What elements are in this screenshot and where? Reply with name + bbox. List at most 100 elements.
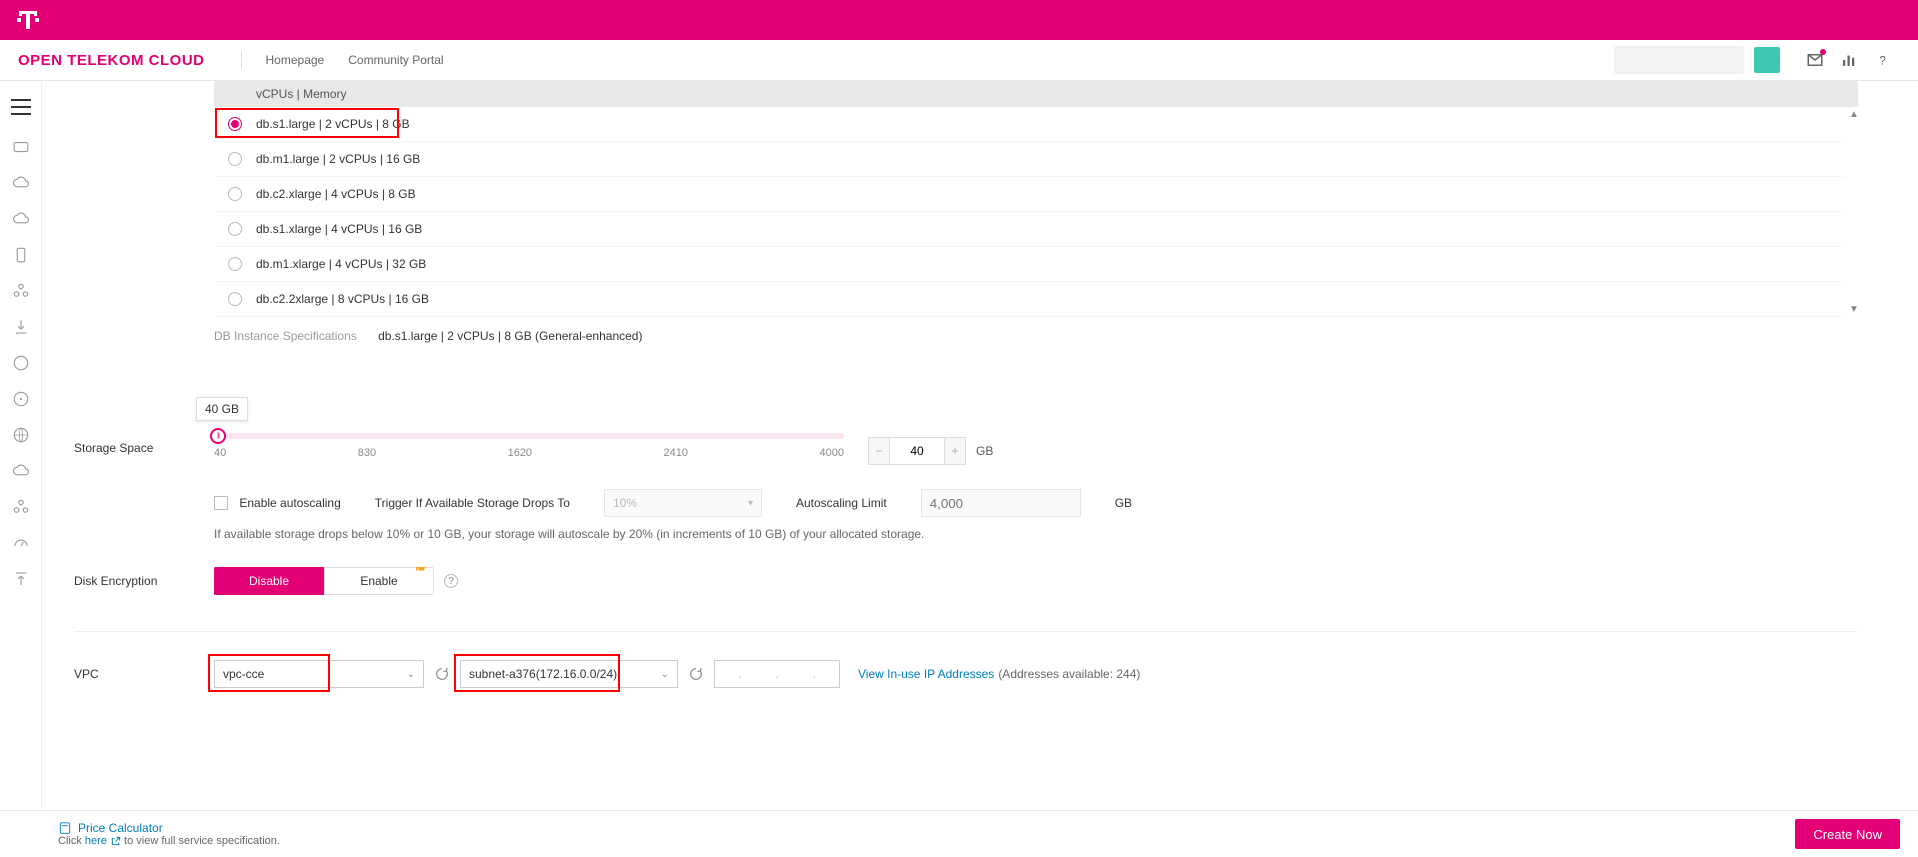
user-info-block[interactable] bbox=[1614, 46, 1744, 74]
rail-cluster2-icon[interactable] bbox=[12, 498, 30, 516]
footer-here-link[interactable]: here bbox=[85, 835, 107, 847]
spec-value: db.s1.large | 2 vCPUs | 8 GB (General-en… bbox=[378, 329, 642, 343]
storage-decrement-button[interactable]: − bbox=[868, 437, 890, 465]
brand-topbar bbox=[0, 0, 1918, 40]
storage-increment-button[interactable]: + bbox=[944, 437, 966, 465]
trigger-label: Trigger If Available Storage Drops To bbox=[375, 496, 570, 510]
instance-row-db-m1-xlarge[interactable]: db.m1.xlarge | 4 vCPUs | 32 GB bbox=[214, 247, 1844, 282]
rail-globe-icon[interactable] bbox=[12, 426, 30, 444]
disk-encryption-label: Disk Encryption bbox=[74, 574, 214, 588]
scale-tick: 2410 bbox=[664, 447, 688, 459]
storage-slider-thumb[interactable] bbox=[210, 428, 226, 444]
avatar[interactable] bbox=[1754, 47, 1780, 73]
chevron-down-icon: ⌄ bbox=[407, 669, 415, 680]
instance-label: db.c2.xlarge | 4 vCPUs | 8 GB bbox=[256, 187, 416, 201]
nav-homepage[interactable]: Homepage bbox=[266, 53, 325, 67]
nav-community-portal[interactable]: Community Portal bbox=[348, 53, 443, 67]
section-divider bbox=[74, 631, 1858, 632]
vpc-selected-value: vpc-cce bbox=[223, 667, 264, 681]
storage-space-label: Storage Space bbox=[74, 397, 214, 455]
price-calculator-link[interactable]: Price Calculator bbox=[58, 821, 280, 835]
enable-text: Enable bbox=[360, 574, 397, 588]
instance-row-db-s1-large[interactable]: db.s1.large | 2 vCPUs | 8 GB bbox=[214, 107, 1844, 142]
create-now-button[interactable]: Create Now bbox=[1795, 819, 1900, 849]
scale-tick: 1620 bbox=[508, 447, 532, 459]
radio-icon[interactable] bbox=[228, 292, 242, 306]
view-inuse-ip-link[interactable]: View In-use IP Addresses bbox=[858, 667, 994, 681]
thumbs-up-icon bbox=[415, 567, 427, 572]
rail-device-icon[interactable] bbox=[12, 246, 30, 264]
scale-tick: 40 bbox=[214, 447, 226, 459]
radio-icon[interactable] bbox=[228, 187, 242, 201]
instance-row-db-c2-2xlarge[interactable]: db.c2.2xlarge | 8 vCPUs | 16 GB bbox=[214, 282, 1844, 317]
notification-dot bbox=[1820, 49, 1826, 55]
storage-slider-scale: 40 830 1620 2410 4000 bbox=[214, 447, 844, 459]
disk-encryption-help-icon[interactable]: ? bbox=[444, 574, 458, 588]
instance-label: db.m1.xlarge | 4 vCPUs | 32 GB bbox=[256, 257, 426, 271]
rail-cloud2-icon[interactable] bbox=[12, 210, 30, 228]
calculator-icon bbox=[58, 821, 72, 835]
instance-row-db-c2-xlarge[interactable]: db.c2.xlarge | 4 vCPUs | 8 GB bbox=[214, 177, 1844, 212]
chevron-down-icon: ▾ bbox=[748, 498, 753, 509]
autoscaling-limit-label: Autoscaling Limit bbox=[796, 496, 887, 510]
enable-autoscaling-label: Enable autoscaling bbox=[239, 496, 340, 510]
instance-table-header: vCPUs | Memory bbox=[214, 81, 1858, 107]
storage-stepper: − + GB bbox=[868, 437, 993, 465]
rail-cloud3-icon[interactable] bbox=[12, 462, 30, 480]
external-link-icon bbox=[110, 836, 121, 847]
footer-sub-text: Click here to view full service specific… bbox=[58, 835, 280, 847]
radio-icon[interactable] bbox=[228, 257, 242, 271]
disk-encryption-disable-button[interactable]: Disable bbox=[214, 567, 324, 595]
inbox-icon[interactable] bbox=[1806, 51, 1824, 69]
main-content: vCPUs | Memory ▲ db.s1.large | 2 vCPUs |… bbox=[42, 81, 1918, 810]
storage-slider-tooltip: 40 GB bbox=[196, 397, 248, 421]
instance-row-db-s1-xlarge[interactable]: db.s1.xlarge | 4 vCPUs | 16 GB bbox=[214, 212, 1844, 247]
scroll-up-arrow[interactable]: ▲ bbox=[1848, 109, 1860, 120]
vpc-refresh-icon[interactable] bbox=[434, 666, 450, 682]
instance-label: db.m1.large | 2 vCPUs | 16 GB bbox=[256, 152, 420, 166]
instance-row-db-m1-large[interactable]: db.m1.large | 2 vCPUs | 16 GB bbox=[214, 142, 1844, 177]
menu-toggle-icon[interactable] bbox=[11, 99, 31, 115]
rail-target-icon[interactable] bbox=[12, 390, 30, 408]
storage-slider[interactable]: 40 GB 40 830 1620 2410 4000 bbox=[214, 397, 844, 459]
vpc-label: VPC bbox=[74, 667, 214, 681]
rail-ip-icon[interactable] bbox=[12, 354, 30, 372]
radio-icon[interactable] bbox=[228, 152, 242, 166]
private-ip-input[interactable]: ... bbox=[714, 660, 840, 688]
instance-table[interactable]: db.s1.large | 2 vCPUs | 8 GB db.m1.large… bbox=[214, 107, 1858, 317]
brand-text: OPEN TELEKOM CLOUD bbox=[18, 52, 205, 69]
storage-unit: GB bbox=[976, 444, 993, 458]
db-instance-spec-summary: DB Instance Specifications db.s1.large |… bbox=[214, 329, 1858, 343]
storage-slider-track[interactable] bbox=[214, 433, 844, 439]
rail-gauge-icon[interactable] bbox=[12, 534, 30, 552]
scale-tick: 4000 bbox=[820, 447, 844, 459]
telekom-t-logo-icon bbox=[16, 8, 40, 32]
disk-encryption-segment: Disable Enable bbox=[214, 567, 434, 595]
storage-value-input[interactable] bbox=[890, 437, 944, 465]
subnet-selected-value: subnet-a376(172.16.0.0/24) bbox=[469, 667, 617, 681]
instance-label: db.s1.xlarge | 4 vCPUs | 16 GB bbox=[256, 222, 422, 236]
help-icon[interactable]: ? bbox=[1874, 51, 1892, 69]
disk-encryption-enable-button[interactable]: Enable bbox=[324, 567, 434, 595]
divider bbox=[241, 51, 242, 69]
radio-selected-icon[interactable] bbox=[228, 117, 242, 131]
radio-icon[interactable] bbox=[228, 222, 242, 236]
vpc-dropdown[interactable]: vpc-cce ⌄ bbox=[214, 660, 424, 688]
subnet-dropdown[interactable]: subnet-a376(172.16.0.0/24) ⌄ bbox=[460, 660, 678, 688]
rail-cloud-icon[interactable] bbox=[12, 174, 30, 192]
price-calculator-text: Price Calculator bbox=[78, 821, 163, 835]
scroll-down-arrow[interactable]: ▼ bbox=[1848, 304, 1860, 315]
subnet-refresh-icon[interactable] bbox=[688, 666, 704, 682]
footer: Price Calculator Click here to view full… bbox=[0, 810, 1918, 857]
rail-upload-icon[interactable] bbox=[12, 570, 30, 588]
trigger-threshold-select: 10% ▾ bbox=[604, 489, 762, 517]
rail-download-icon[interactable] bbox=[12, 318, 30, 336]
instance-label: db.c2.2xlarge | 8 vCPUs | 16 GB bbox=[256, 292, 429, 306]
left-rail bbox=[0, 81, 42, 810]
trigger-value: 10% bbox=[613, 496, 637, 510]
enable-autoscaling-checkbox[interactable] bbox=[214, 496, 228, 510]
chevron-down-icon: ⌄ bbox=[661, 669, 669, 680]
rail-service-1-icon[interactable] bbox=[12, 138, 30, 156]
rail-cluster-icon[interactable] bbox=[12, 282, 30, 300]
stats-icon[interactable] bbox=[1840, 51, 1858, 69]
